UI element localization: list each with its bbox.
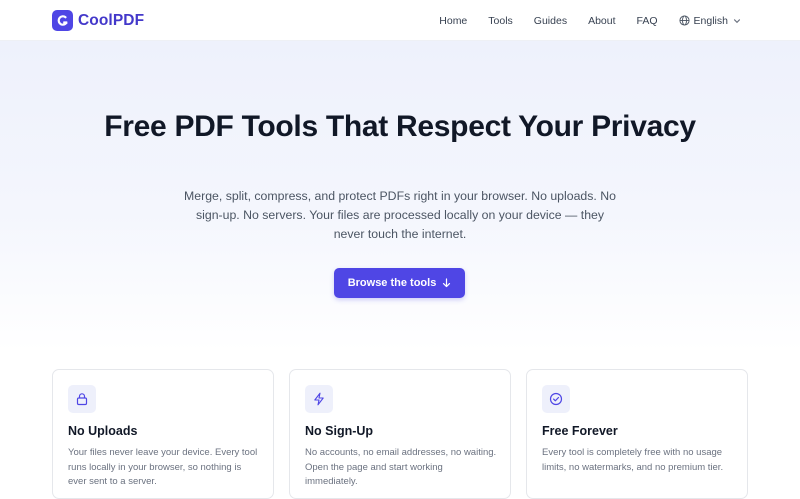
hero-subtitle: Merge, split, compress, and protect PDFs… (184, 189, 616, 241)
browse-tools-button[interactable]: Browse the tools (334, 268, 465, 298)
nav-link-tools[interactable]: Tools (488, 15, 513, 27)
feature-title: No Sign-Up (305, 424, 374, 438)
globe-icon (679, 15, 690, 26)
nav-links: Home Tools Guides About FAQ English (418, 0, 741, 41)
feature-description: Your files never leave your device. Ever… (68, 447, 258, 487)
feature-card-free-forever: Free Forever Every tool is completely fr… (526, 369, 748, 499)
chevron-down-icon (733, 18, 741, 23)
hero-title: Free PDF Tools That Respect Your Privacy (104, 110, 696, 143)
arrow-down-icon (443, 278, 451, 288)
brand[interactable]: CoolPDF (52, 10, 144, 31)
feature-card-no-signup: No Sign-Up No accounts, no email address… (289, 369, 511, 499)
nav-link-guides[interactable]: Guides (534, 15, 567, 27)
language-label: English (693, 14, 728, 27)
browse-tools-label: Browse the tools (347, 277, 437, 289)
nav-link-faq[interactable]: FAQ (637, 15, 658, 27)
lightning-icon (305, 385, 333, 413)
nav-link-home[interactable]: Home (439, 15, 467, 27)
language-selector[interactable]: English (679, 15, 741, 27)
lock-icon (68, 385, 96, 413)
feature-title: Free Forever (542, 424, 618, 438)
nav-link-about[interactable]: About (588, 15, 615, 27)
brand-name: CoolPDF (78, 11, 145, 29)
feature-description: No accounts, no email addresses, no wait… (305, 447, 497, 487)
feature-title: No Uploads (68, 424, 138, 438)
feature-card-no-uploads: No Uploads Your files never leave your d… (52, 369, 274, 499)
feature-description: Every tool is completely free with no us… (542, 447, 724, 473)
coolpdf-logo-icon (52, 10, 73, 31)
check-circle-icon (542, 385, 570, 413)
top-navbar: CoolPDF Home Tools Guides About FAQ Engl… (0, 0, 800, 41)
